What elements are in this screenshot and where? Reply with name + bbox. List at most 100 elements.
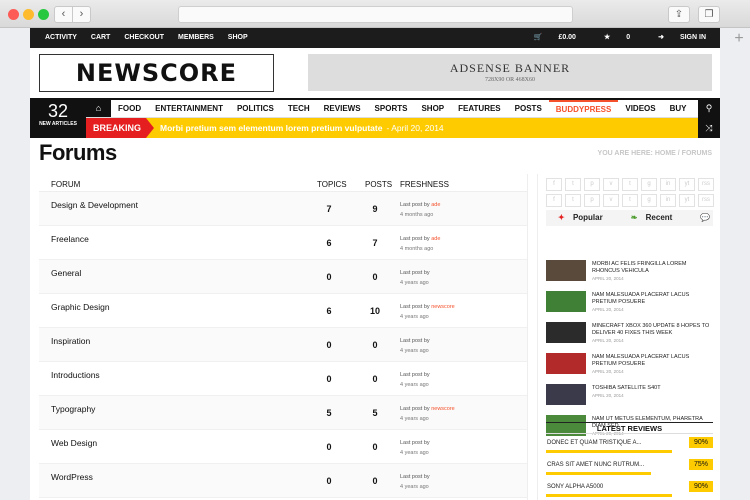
cart-link[interactable]: 🛒 £0.00 (520, 28, 576, 48)
menu-item-politics[interactable]: POLITICS (230, 100, 281, 117)
social-icon[interactable]: f (546, 194, 562, 207)
post-thumbnail[interactable] (546, 384, 586, 405)
share-icon[interactable]: ⇪ (668, 6, 690, 23)
last-post-time[interactable]: 4 months ago (400, 246, 433, 252)
menu-item-buy[interactable]: BUY (663, 100, 694, 117)
review-name[interactable]: DONEC ET QUAM TRISTIQUE A... (547, 440, 641, 446)
forward-button[interactable]: › (73, 7, 90, 22)
site-logo[interactable]: NEWSCORE (39, 54, 274, 92)
address-bar[interactable] (178, 6, 573, 23)
menu-item-buddypress[interactable]: BUDDYPRESS (548, 100, 619, 117)
menu-item-shop[interactable]: SHOP (414, 100, 451, 117)
menu-item-features[interactable]: FEATURES (451, 100, 508, 117)
forum-name-link[interactable]: Introductions (51, 370, 100, 380)
social-icon[interactable]: t (565, 194, 581, 207)
review-item[interactable]: CRAS SIT AMET NUNC RUTRUM... 75% (546, 458, 713, 480)
tab-popular[interactable]: ✦ Popular (546, 210, 603, 226)
last-post-user[interactable]: newscore (431, 406, 455, 412)
sidebar-post[interactable]: NAM MALESUADA PLACERAT LACUS PRETIUM POS… (546, 291, 713, 319)
last-post-user[interactable]: ade (431, 236, 440, 242)
social-icon[interactable]: g (641, 178, 657, 191)
review-name[interactable]: SONY ALPHA A5000 (547, 484, 603, 490)
forum-name-link[interactable]: WordPress (51, 472, 93, 482)
last-post-time[interactable]: 4 months ago (400, 212, 433, 218)
social-icon[interactable]: in (660, 178, 676, 191)
maximize-window-button[interactable] (38, 9, 49, 20)
ad-banner[interactable]: ADSENSE BANNER 728X90 OR 468X60 (308, 54, 712, 91)
social-icon[interactable]: rss (698, 178, 714, 191)
menu-item-tech[interactable]: TECH (281, 100, 317, 117)
close-window-button[interactable] (8, 9, 19, 20)
post-title[interactable]: MORBI AC FELIS FRINGILLA LOREM RHONCUS V… (592, 261, 713, 275)
home-icon[interactable]: ⌂ (86, 100, 111, 117)
social-icon[interactable]: t (622, 194, 638, 207)
forum-name-link[interactable]: Web Design (51, 438, 97, 448)
social-icon[interactable]: t (622, 178, 638, 191)
social-icon[interactable]: in (660, 194, 676, 207)
post-thumbnail[interactable] (546, 322, 586, 343)
forum-name-link[interactable]: Graphic Design (51, 302, 110, 312)
last-post-user[interactable]: newscore (431, 304, 455, 310)
last-post-time[interactable]: 4 years ago (400, 382, 429, 388)
menu-item-sports[interactable]: SPORTS (368, 100, 415, 117)
last-post-time[interactable]: 4 years ago (400, 314, 429, 320)
post-title[interactable]: TOSHIBA SATELLITE S40T (592, 385, 713, 392)
menu-item-reviews[interactable]: REVIEWS (317, 100, 368, 117)
sidebar-post[interactable]: MINECRAFT XBOX 360 UPDATE 8 HOPES TO DEL… (546, 322, 713, 350)
social-icon[interactable]: rss (698, 194, 714, 207)
sidebar-post[interactable]: MORBI AC FELIS FRINGILLA LOREM RHONCUS V… (546, 260, 713, 288)
social-icon[interactable]: p (584, 194, 600, 207)
social-icon[interactable]: v (603, 194, 619, 207)
last-post-time[interactable]: 4 years ago (400, 450, 429, 456)
topbar-link-cart[interactable]: CART (91, 28, 110, 48)
search-icon[interactable]: ⚲ (698, 98, 720, 118)
topbar-link-activity[interactable]: ACTIVITY (45, 28, 77, 48)
menu-item-posts[interactable]: POSTS (508, 100, 549, 117)
shuffle-icon[interactable]: ⤨ (698, 118, 720, 138)
forum-name-link[interactable]: Freelance (51, 234, 89, 244)
last-post-time[interactable]: 4 years ago (400, 348, 429, 354)
social-icon[interactable]: f (546, 178, 562, 191)
tab-comments[interactable]: 💬 (672, 210, 710, 226)
social-icon[interactable]: g (641, 194, 657, 207)
forum-name-link[interactable]: General (51, 268, 81, 278)
last-post-time[interactable]: 4 years ago (400, 484, 429, 490)
last-post-time[interactable]: 4 years ago (400, 280, 429, 286)
post-thumbnail[interactable] (546, 353, 586, 374)
post-thumbnail[interactable] (546, 291, 586, 312)
post-title[interactable]: NAM MALESUADA PLACERAT LACUS PRETIUM POS… (592, 292, 713, 306)
sidebar-post[interactable]: TOSHIBA SATELLITE S40T APRIL 20, 2014 (546, 384, 713, 412)
post-thumbnail[interactable] (546, 260, 586, 281)
topbar-link-members[interactable]: MEMBERS (178, 28, 214, 48)
back-button[interactable]: ‹ (55, 7, 73, 22)
wishlist-link[interactable]: ★ 0 (590, 28, 630, 48)
post-title[interactable]: NAM MALESUADA PLACERAT LACUS PRETIUM POS… (592, 354, 713, 368)
social-icon[interactable]: v (603, 178, 619, 191)
breaking-headline[interactable]: Morbi pretium sem elementum lorem pretiu… (160, 118, 444, 138)
tab-recent[interactable]: ❧ Recent (603, 210, 673, 226)
last-post-user[interactable]: ade (431, 202, 440, 208)
social-icon[interactable]: yt (679, 178, 695, 191)
social-icon[interactable]: t (565, 178, 581, 191)
menu-item-food[interactable]: FOOD (111, 100, 148, 117)
signin-link[interactable]: ➜ SIGN IN (644, 28, 706, 48)
tabs-icon[interactable]: ❐ (698, 6, 720, 23)
menu-item-entertainment[interactable]: ENTERTAINMENT (148, 100, 230, 117)
review-item[interactable]: SONY ALPHA A5000 90% (546, 480, 713, 500)
last-post: Last post by ade (400, 202, 440, 208)
review-item[interactable]: DONEC ET QUAM TRISTIQUE A... 90% (546, 436, 713, 458)
sidebar-post[interactable]: NAM MALESUADA PLACERAT LACUS PRETIUM POS… (546, 353, 713, 381)
post-title[interactable]: MINECRAFT XBOX 360 UPDATE 8 HOPES TO DEL… (592, 323, 713, 337)
last-post-time[interactable]: 4 years ago (400, 416, 429, 422)
review-name[interactable]: CRAS SIT AMET NUNC RUTRUM... (547, 462, 644, 468)
social-icon[interactable]: yt (679, 194, 695, 207)
forum-name-link[interactable]: Inspiration (51, 336, 90, 346)
minimize-window-button[interactable] (23, 9, 34, 20)
social-icon[interactable]: p (584, 178, 600, 191)
forum-name-link[interactable]: Typography (51, 404, 95, 414)
new-tab-icon[interactable]: + (728, 28, 750, 50)
menu-item-videos[interactable]: VIDEOS (618, 100, 662, 117)
topbar-link-shop[interactable]: SHOP (228, 28, 248, 48)
topbar-link-checkout[interactable]: CHECKOUT (124, 28, 164, 48)
forum-name-link[interactable]: Design & Development (51, 200, 138, 210)
